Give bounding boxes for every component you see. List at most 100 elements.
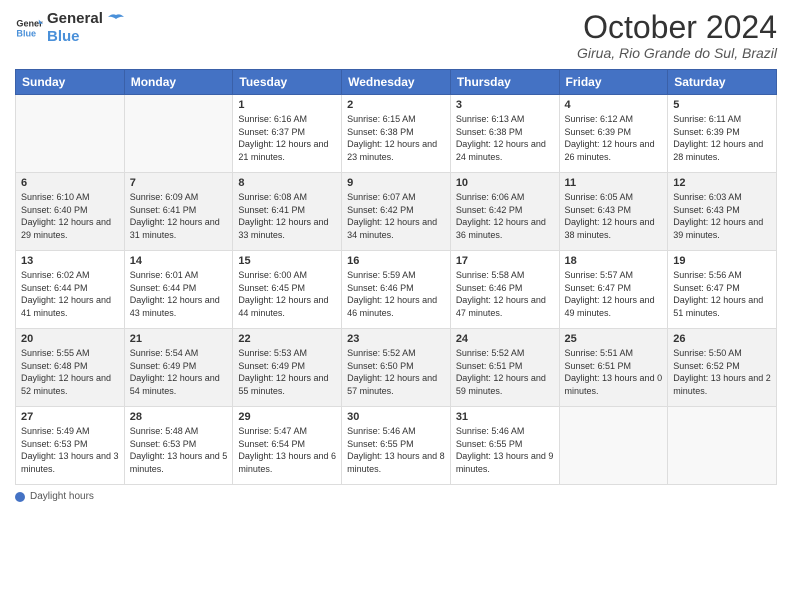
day-info: Sunrise: 6:11 AMSunset: 6:39 PMDaylight:… — [673, 113, 771, 163]
calendar-cell: 4 Sunrise: 6:12 AMSunset: 6:39 PMDaylight… — [559, 95, 668, 173]
day-number: 21 — [130, 333, 228, 345]
weekday-header-monday: Monday — [124, 70, 233, 95]
calendar-cell: 6 Sunrise: 6:10 AMSunset: 6:40 PMDaylight… — [16, 173, 125, 251]
month-title: October 2024 — [577, 10, 777, 45]
logo-text-container: General Blue — [47, 10, 124, 46]
day-info: Sunrise: 5:46 AMSunset: 6:55 PMDaylight:… — [347, 425, 445, 475]
day-info: Sunrise: 5:58 AMSunset: 6:46 PMDaylight:… — [456, 269, 554, 319]
day-info: Sunrise: 6:00 AMSunset: 6:45 PMDaylight:… — [238, 269, 336, 319]
day-info: Sunrise: 5:51 AMSunset: 6:51 PMDaylight:… — [565, 347, 663, 397]
day-number: 17 — [456, 255, 554, 267]
weekday-header-friday: Friday — [559, 70, 668, 95]
calendar-cell: 19 Sunrise: 5:56 AMSunset: 6:47 PMDayligh… — [668, 251, 777, 329]
day-number: 3 — [456, 99, 554, 111]
day-info: Sunrise: 5:50 AMSunset: 6:52 PMDaylight:… — [673, 347, 771, 397]
day-number: 5 — [673, 99, 771, 111]
day-info: Sunrise: 5:59 AMSunset: 6:46 PMDaylight:… — [347, 269, 445, 319]
day-number: 25 — [565, 333, 663, 345]
day-info: Sunrise: 6:05 AMSunset: 6:43 PMDaylight:… — [565, 191, 663, 241]
calendar-week-row: 27 Sunrise: 5:49 AMSunset: 6:53 PMDayligh… — [16, 407, 777, 485]
calendar-cell: 10 Sunrise: 6:06 AMSunset: 6:42 PMDayligh… — [450, 173, 559, 251]
weekday-header-saturday: Saturday — [668, 70, 777, 95]
day-number: 29 — [238, 411, 336, 423]
calendar-page: General Blue General Blue October 2024 G… — [0, 0, 792, 612]
location: Girua, Rio Grande do Sul, Brazil — [577, 45, 777, 61]
calendar-cell: 20Sunrise: 5:55 AMSunset: 6:48 PMDayligh… — [16, 329, 125, 407]
day-number: 16 — [347, 255, 445, 267]
calendar-cell: 23Sunrise: 5:52 AMSunset: 6:50 PMDayligh… — [342, 329, 451, 407]
day-number: 24 — [456, 333, 554, 345]
svg-text:Blue: Blue — [16, 28, 36, 38]
day-info: Sunrise: 6:10 AMSunset: 6:40 PMDaylight:… — [21, 191, 119, 241]
day-info: Sunrise: 6:16 AMSunset: 6:37 PMDaylight:… — [238, 113, 336, 163]
calendar-cell: 16 Sunrise: 5:59 AMSunset: 6:46 PMDayligh… — [342, 251, 451, 329]
header: General Blue General Blue October 2024 G… — [15, 10, 777, 61]
day-info: Sunrise: 6:09 AMSunset: 6:41 PMDaylight:… — [130, 191, 228, 241]
calendar-cell: 31 Sunrise: 5:46 AMSunset: 6:55 PMDayligh… — [450, 407, 559, 485]
calendar-cell: 28Sunrise: 5:48 AMSunset: 6:53 PMDayligh… — [124, 407, 233, 485]
calendar-cell: 21 Sunrise: 5:54 AMSunset: 6:49 PMDayligh… — [124, 329, 233, 407]
day-number: 6 — [21, 177, 119, 189]
calendar-cell: 14Sunrise: 6:01 AMSunset: 6:44 PMDayligh… — [124, 251, 233, 329]
day-number: 4 — [565, 99, 663, 111]
day-number: 9 — [347, 177, 445, 189]
calendar-cell: 22Sunrise: 5:53 AMSunset: 6:49 PMDayligh… — [233, 329, 342, 407]
calendar-cell: 30 Sunrise: 5:46 AMSunset: 6:55 PMDayligh… — [342, 407, 451, 485]
calendar-cell: 27 Sunrise: 5:49 AMSunset: 6:53 PMDayligh… — [16, 407, 125, 485]
calendar-cell — [668, 407, 777, 485]
calendar-cell: 11 Sunrise: 6:05 AMSunset: 6:43 PMDayligh… — [559, 173, 668, 251]
calendar-cell: 12 Sunrise: 6:03 AMSunset: 6:43 PMDayligh… — [668, 173, 777, 251]
day-number: 11 — [565, 177, 663, 189]
calendar-cell: 3 Sunrise: 6:13 AMSunset: 6:38 PMDaylight… — [450, 95, 559, 173]
footer: Daylight hours — [15, 491, 777, 502]
day-info: Sunrise: 5:47 AMSunset: 6:54 PMDaylight:… — [238, 425, 336, 475]
calendar-cell: 18 Sunrise: 5:57 AMSunset: 6:47 PMDayligh… — [559, 251, 668, 329]
calendar-week-row: 1 Sunrise: 6:16 AMSunset: 6:37 PMDaylight… — [16, 95, 777, 173]
day-info: Sunrise: 6:06 AMSunset: 6:42 PMDaylight:… — [456, 191, 554, 241]
calendar-cell: 26 Sunrise: 5:50 AMSunset: 6:52 PMDayligh… — [668, 329, 777, 407]
calendar-cell: 29 Sunrise: 5:47 AMSunset: 6:54 PMDayligh… — [233, 407, 342, 485]
day-info: Sunrise: 5:46 AMSunset: 6:55 PMDaylight:… — [456, 425, 554, 475]
day-info: Sunrise: 6:07 AMSunset: 6:42 PMDaylight:… — [347, 191, 445, 241]
day-info: Sunrise: 6:12 AMSunset: 6:39 PMDaylight:… — [565, 113, 663, 163]
daylight-hours-label: Daylight hours — [30, 491, 94, 502]
day-number: 27 — [21, 411, 119, 423]
calendar-cell: 24 Sunrise: 5:52 AMSunset: 6:51 PMDayligh… — [450, 329, 559, 407]
day-info: Sunrise: 5:56 AMSunset: 6:47 PMDaylight:… — [673, 269, 771, 319]
day-number: 10 — [456, 177, 554, 189]
day-number: 2 — [347, 99, 445, 111]
day-number: 12 — [673, 177, 771, 189]
daylight-hours-legend: Daylight hours — [15, 491, 94, 502]
day-number: 30 — [347, 411, 445, 423]
day-info: Sunrise: 5:55 AMSunset: 6:48 PMDaylight:… — [21, 347, 119, 397]
day-number: 14 — [130, 255, 228, 267]
day-number: 13 — [21, 255, 119, 267]
calendar-cell: 15 Sunrise: 6:00 AMSunset: 6:45 PMDayligh… — [233, 251, 342, 329]
day-number: 28 — [130, 411, 228, 423]
day-info: Sunrise: 5:49 AMSunset: 6:53 PMDaylight:… — [21, 425, 119, 475]
logo-icon: General Blue — [15, 14, 43, 42]
calendar-week-row: 20Sunrise: 5:55 AMSunset: 6:48 PMDayligh… — [16, 329, 777, 407]
day-info: Sunrise: 5:57 AMSunset: 6:47 PMDaylight:… — [565, 269, 663, 319]
day-number: 23 — [347, 333, 445, 345]
weekday-header-thursday: Thursday — [450, 70, 559, 95]
day-number: 31 — [456, 411, 554, 423]
day-number: 26 — [673, 333, 771, 345]
day-number: 1 — [238, 99, 336, 111]
day-number: 18 — [565, 255, 663, 267]
calendar-week-row: 6 Sunrise: 6:10 AMSunset: 6:40 PMDaylight… — [16, 173, 777, 251]
day-info: Sunrise: 6:13 AMSunset: 6:38 PMDaylight:… — [456, 113, 554, 163]
calendar-cell: 25 Sunrise: 5:51 AMSunset: 6:51 PMDayligh… — [559, 329, 668, 407]
day-number: 19 — [673, 255, 771, 267]
day-number: 8 — [238, 177, 336, 189]
weekday-header-wednesday: Wednesday — [342, 70, 451, 95]
day-number: 22 — [238, 333, 336, 345]
day-number: 7 — [130, 177, 228, 189]
day-info: Sunrise: 6:03 AMSunset: 6:43 PMDaylight:… — [673, 191, 771, 241]
calendar-table: SundayMondayTuesdayWednesdayThursdayFrid… — [15, 69, 777, 485]
day-number: 15 — [238, 255, 336, 267]
logo-blue: Blue — [47, 28, 124, 46]
day-info: Sunrise: 6:15 AMSunset: 6:38 PMDaylight:… — [347, 113, 445, 163]
day-info: Sunrise: 5:52 AMSunset: 6:51 PMDaylight:… — [456, 347, 554, 397]
day-info: Sunrise: 5:54 AMSunset: 6:49 PMDaylight:… — [130, 347, 228, 397]
